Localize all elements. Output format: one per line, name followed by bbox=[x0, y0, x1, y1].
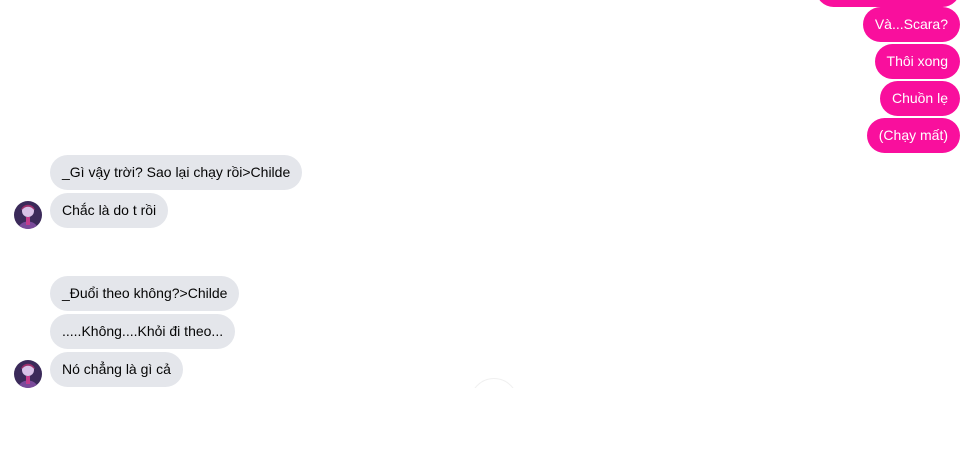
sent-message[interactable]: Và...Scara? bbox=[862, 7, 960, 42]
contact-avatar-icon[interactable] bbox=[14, 201, 42, 229]
faded-circle bbox=[470, 378, 518, 388]
avatar-image-icon bbox=[14, 360, 42, 388]
received-message[interactable]: _Đuổi theo không?>Childe bbox=[50, 276, 240, 311]
received-message[interactable]: Chắc là do t rồi bbox=[50, 193, 169, 228]
sent-message[interactable]: Thôi xong bbox=[874, 44, 960, 79]
bottom-blank-area bbox=[0, 388, 968, 460]
avatar-image-icon bbox=[14, 201, 42, 229]
contact-avatar-icon[interactable] bbox=[14, 360, 42, 388]
sent-message[interactable]: Chuồn lẹ bbox=[879, 81, 960, 116]
sent-message[interactable]: (Chạy mất) bbox=[866, 118, 960, 153]
received-message[interactable]: Nó chẳng là gì cả bbox=[50, 352, 183, 387]
received-message[interactable]: _Gì vậy trời? Sao lại chạy rồi>Childe bbox=[50, 155, 303, 190]
sent-message-partial[interactable] bbox=[816, 0, 960, 7]
received-message[interactable]: .....Không....Khỏi đi theo... bbox=[50, 314, 236, 349]
chat-thread: Và...Scara? Thôi xong Chuồn lẹ (Chạy mất… bbox=[0, 0, 968, 388]
